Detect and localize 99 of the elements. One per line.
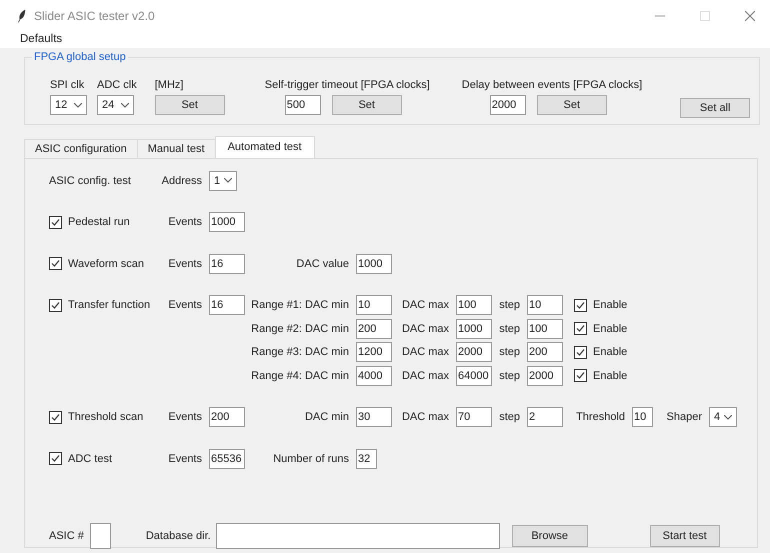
chevron-down-icon — [121, 102, 129, 108]
field-label: step — [499, 411, 521, 424]
field-label: step — [499, 299, 521, 312]
field-label: Events — [168, 299, 203, 312]
field-label: DAC min — [304, 411, 350, 424]
chevron-down-icon — [724, 414, 732, 420]
input-field[interactable]: 2000 — [456, 342, 492, 362]
field-label: Events — [168, 452, 203, 465]
field-label: Shaper — [666, 411, 703, 424]
input-field[interactable]: 1200 — [356, 342, 392, 362]
field-label: DAC max — [402, 346, 450, 358]
checkbox[interactable] — [574, 298, 587, 312]
checkbox[interactable] — [49, 298, 62, 312]
input-field[interactable]: 2000 — [490, 95, 526, 115]
checkbox[interactable] — [49, 216, 62, 229]
dropdown[interactable]: 24 — [97, 95, 134, 115]
input-field[interactable]: 2000 — [527, 366, 563, 386]
field-label: step — [499, 370, 521, 382]
chevron-down-icon — [224, 178, 232, 184]
checkbox[interactable] — [49, 257, 62, 270]
checkbox[interactable] — [49, 410, 62, 424]
close-icon[interactable] — [745, 11, 755, 21]
field-label: DAC value — [296, 258, 350, 270]
field-label: DAC max — [402, 299, 450, 312]
checkbox-label[interactable]: ADC test — [68, 452, 112, 465]
input-field[interactable]: 10 — [527, 295, 563, 316]
checkbox-label[interactable]: Enable — [593, 299, 628, 312]
input-field[interactable]: 30 — [356, 407, 392, 428]
field-label: step — [499, 346, 521, 358]
checkbox-label[interactable]: Threshold scan — [68, 411, 144, 424]
unit-label: [MHz] — [154, 79, 184, 91]
field-label: SPI clk — [50, 79, 86, 91]
checkbox-label[interactable]: Pedestal run — [68, 216, 130, 228]
set-button[interactable]: Set — [332, 95, 402, 115]
field-label: ASIC # — [49, 530, 84, 542]
field-label: Number of runs — [273, 452, 350, 465]
set-button[interactable]: Set — [154, 95, 225, 115]
tab[interactable]: ASIC configuration — [24, 139, 138, 158]
field-label: DAC max — [402, 322, 450, 335]
dropdown[interactable]: 12 — [50, 95, 87, 115]
dropdown[interactable]: 1 — [209, 170, 237, 191]
input-field[interactable]: 200 — [527, 342, 563, 362]
input-field[interactable] — [216, 522, 500, 548]
field-label: Database dir. — [146, 530, 211, 542]
dropdown[interactable]: 4 — [709, 407, 737, 428]
test-label: ASIC config. test — [49, 174, 132, 187]
input-field[interactable] — [90, 522, 111, 548]
input-field[interactable]: 10 — [356, 295, 392, 316]
checkbox[interactable] — [574, 322, 587, 336]
input-field[interactable]: 1000 — [209, 212, 245, 232]
input-field[interactable]: 100 — [527, 318, 563, 339]
group-title: FPGA global setup — [32, 51, 128, 63]
input-field[interactable]: 16 — [209, 295, 245, 316]
field-label: Events — [168, 216, 203, 228]
input-field[interactable]: 10 — [632, 407, 653, 428]
input-field[interactable]: 200 — [356, 318, 392, 339]
feather-icon — [18, 9, 26, 23]
field-label: Address — [162, 174, 203, 187]
field-label: Range #2: DAC min — [251, 322, 350, 335]
window-title: Slider ASIC tester v2.0 — [34, 9, 155, 23]
input-field[interactable]: 64000 — [456, 366, 492, 386]
input-field[interactable]: 65536 — [209, 448, 245, 469]
set-button[interactable]: Set — [536, 95, 607, 115]
checkbox-label[interactable]: Enable — [593, 346, 628, 358]
field-label: step — [499, 322, 521, 335]
input-field[interactable]: 200 — [209, 407, 245, 428]
input-field[interactable]: 2 — [527, 407, 563, 428]
input-field[interactable]: 1000 — [356, 254, 392, 274]
checkbox[interactable] — [49, 452, 62, 466]
input-field[interactable]: 100 — [456, 295, 492, 316]
checkbox-label[interactable]: Enable — [593, 322, 628, 335]
field-label: Range #4: DAC min — [251, 370, 350, 382]
browse-button[interactable]: Browse — [512, 524, 588, 546]
input-field[interactable]: 1000 — [456, 318, 492, 339]
input-field[interactable]: 4000 — [356, 366, 392, 386]
input-field[interactable]: 16 — [209, 254, 245, 274]
field-label: Events — [168, 411, 203, 424]
field-label: DAC max — [402, 370, 450, 382]
field-label: Threshold — [576, 411, 626, 424]
field-label: Events — [168, 258, 203, 270]
tab[interactable]: Automated test — [214, 136, 315, 158]
field-label: Range #3: DAC min — [251, 346, 350, 358]
field-label: Self-trigger timeout [FPGA clocks] — [264, 79, 430, 91]
input-field[interactable]: 70 — [456, 407, 492, 428]
field-label: Delay between events [FPGA clocks] — [462, 79, 642, 91]
checkbox-label[interactable]: Enable — [593, 370, 628, 382]
set-all-button[interactable]: Set all — [680, 98, 750, 118]
checkbox[interactable] — [574, 369, 587, 382]
field-label: ADC clk — [97, 79, 137, 91]
field-label: DAC max — [402, 411, 450, 424]
checkbox-label[interactable]: Transfer function — [68, 299, 150, 312]
start-test-button[interactable]: Start test — [650, 524, 720, 546]
input-field[interactable]: 32 — [356, 448, 377, 469]
field-label: Range #1: DAC min — [251, 299, 350, 312]
chevron-down-icon — [74, 102, 82, 108]
input-field[interactable]: 500 — [284, 95, 321, 115]
menu-item[interactable]: Defaults — [20, 33, 62, 45]
checkbox-label[interactable]: Waveform scan — [68, 258, 144, 270]
checkbox[interactable] — [574, 346, 587, 359]
